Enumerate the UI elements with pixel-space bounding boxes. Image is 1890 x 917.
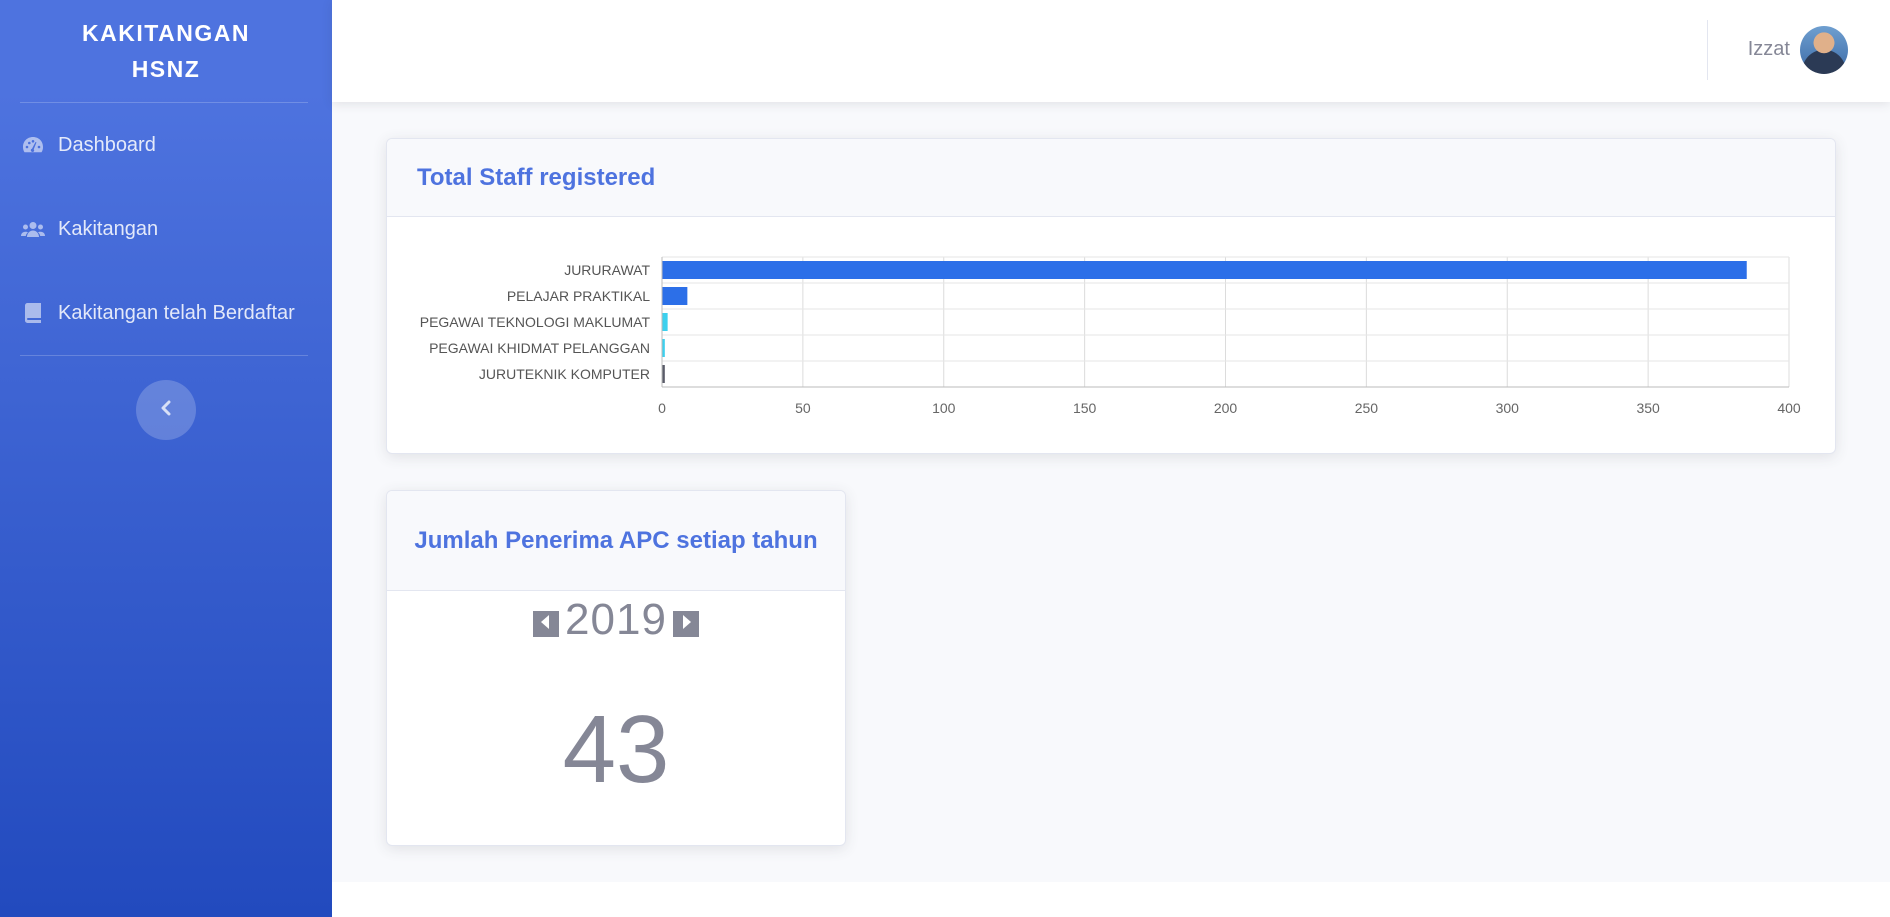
sidebar: KAKITANGAN HSNZ Dashboard Kakitangan Kak… [0,0,332,917]
brand[interactable]: KAKITANGAN HSNZ [0,0,332,102]
x-tick-label: 150 [1073,400,1097,416]
user-name[interactable]: Izzat [1748,38,1790,61]
x-tick-label: 0 [658,400,666,416]
year-selector: 2019 [387,595,845,645]
previous-year-button[interactable] [533,611,560,637]
next-year-button[interactable] [672,611,699,637]
x-tick-label: 250 [1355,400,1379,416]
apc-count: 43 [562,696,670,803]
bar [662,261,1747,279]
apc-card: Jumlah Penerima APC setiap tahun 2019 43 [386,490,846,846]
caret-right-icon [681,614,691,634]
book-icon [20,302,46,324]
category-label: PEGAWAI KHIDMAT PELANGGAN [429,340,650,356]
staff-bar-chart: 0 50 100 150 200 250 300 350 400 JURURAWAT PELAJAR… [420,256,1801,416]
total-staff-card: Total Staff registered 0 50 100 150 200 250 30… [386,138,1836,454]
x-tick-label: 300 [1496,400,1520,416]
category-label: PELAJAR PRAKTIKAL [507,288,650,304]
x-tick-label: 50 [795,400,811,416]
sidebar-item-dashboard[interactable]: Dashboard [0,103,332,187]
bar [662,313,668,331]
topbar: Izzat [332,0,1890,102]
tachometer-icon [20,134,46,156]
card-header: Total Staff registered [387,139,1835,217]
sidebar-item-label: Dashboard [58,133,156,156]
x-tick-label: 350 [1636,400,1660,416]
category-label: JURUTEKNIK KOMPUTER [479,366,650,382]
caret-left-icon [541,614,551,634]
users-icon [20,218,46,240]
brand-line2: HSNZ [131,56,201,82]
sidebar-item-kakitangan-berdaftar[interactable]: Kakitangan telah Berdaftar [0,271,332,355]
sidebar-item-label: Kakitangan telah Berdaftar [58,301,295,324]
sidebar-item-kakitangan[interactable]: Kakitangan [0,187,332,271]
bar [662,287,688,305]
sidebar-item-label: Kakitangan [58,217,159,240]
sidebar-toggle-button[interactable] [136,380,196,440]
x-tick-label: 100 [932,400,956,416]
card-header: Jumlah Penerima APC setiap tahun [387,491,845,591]
x-tick-label: 400 [1777,400,1801,416]
user-avatar[interactable] [1800,26,1848,74]
chevron-left-icon [160,400,172,421]
brand-line1: KAKITANGAN [82,20,250,46]
year-label: 2019 [565,595,667,644]
category-label: JURURAWAT [564,262,650,278]
card-title: Jumlah Penerima APC setiap tahun [414,526,818,554]
category-label: PEGAWAI TEKNOLOGI MAKLUMAT [420,314,651,330]
footer [332,882,1890,917]
topbar-divider [1707,20,1708,80]
x-tick-label: 200 [1214,400,1238,416]
card-title: Total Staff registered [417,163,656,191]
